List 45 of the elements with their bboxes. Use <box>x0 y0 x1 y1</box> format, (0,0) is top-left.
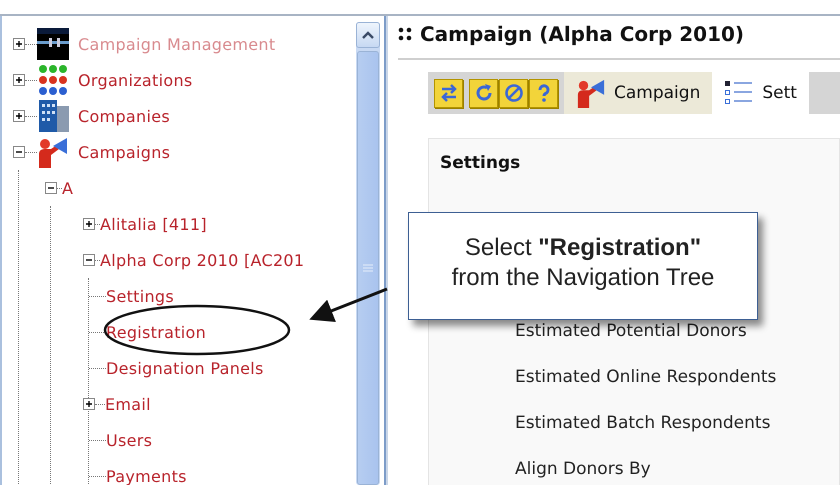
panel-title: Settings <box>440 153 522 173</box>
tree-item[interactable]: Registration <box>106 322 206 342</box>
scroll-up-button[interactable] <box>356 22 380 48</box>
expand-icon[interactable] <box>83 218 95 230</box>
field-label: Estimated Batch Respondents <box>515 413 772 433</box>
tree-item[interactable]: Payments <box>106 466 187 485</box>
field-label: Align Donors By <box>515 459 652 479</box>
list-icon <box>724 79 754 107</box>
tree-item[interactable]: Alitalia [411] <box>100 214 207 234</box>
tree-item[interactable]: Designation Panels <box>106 358 264 378</box>
building-icon <box>37 100 69 132</box>
cancel-button[interactable] <box>499 78 528 108</box>
megaphone-person-icon <box>576 78 606 108</box>
tab[interactable]: Campaign <box>564 72 712 114</box>
collapse-icon[interactable] <box>45 182 57 194</box>
field-label: Estimated Potential Donors <box>515 321 748 341</box>
tree-item[interactable]: A <box>62 178 74 198</box>
prohibited-icon <box>504 83 524 103</box>
tree-item[interactable]: Settings <box>106 286 174 306</box>
expand-icon[interactable] <box>83 398 95 410</box>
collapse-icon[interactable] <box>83 254 95 266</box>
grip-icon <box>363 264 373 272</box>
callout-text: Select "Registration" from the Navigation Tree <box>408 212 758 320</box>
tree-item[interactable]: Email <box>105 394 151 414</box>
tree-item[interactable]: Organizations <box>78 70 193 90</box>
toolbar-image-icon <box>37 28 69 60</box>
help-button[interactable] <box>529 78 558 108</box>
tree-item[interactable]: Alpha Corp 2010 [AC201 <box>100 250 304 270</box>
expand-icon[interactable] <box>13 74 25 86</box>
refresh-icon <box>474 83 494 103</box>
swap-button[interactable] <box>434 78 463 108</box>
people-icon <box>37 64 69 96</box>
megaphone-person-icon <box>37 136 69 168</box>
refresh-button[interactable] <box>469 78 498 108</box>
tree-item[interactable]: Companies <box>78 106 170 126</box>
expand-icon[interactable] <box>13 110 25 122</box>
grip-icon <box>398 27 412 41</box>
field-label: Estimated Online Respondents <box>515 367 778 387</box>
caret-up-icon <box>362 31 374 39</box>
tab[interactable]: Sett <box>712 72 809 114</box>
tree-item[interactable]: Campaigns <box>78 142 170 162</box>
collapse-icon[interactable] <box>13 146 25 158</box>
page-title: Campaign (Alpha Corp 2010) <box>420 22 744 46</box>
swap-icon <box>438 83 458 103</box>
tree-item[interactable]: Users <box>106 430 152 450</box>
